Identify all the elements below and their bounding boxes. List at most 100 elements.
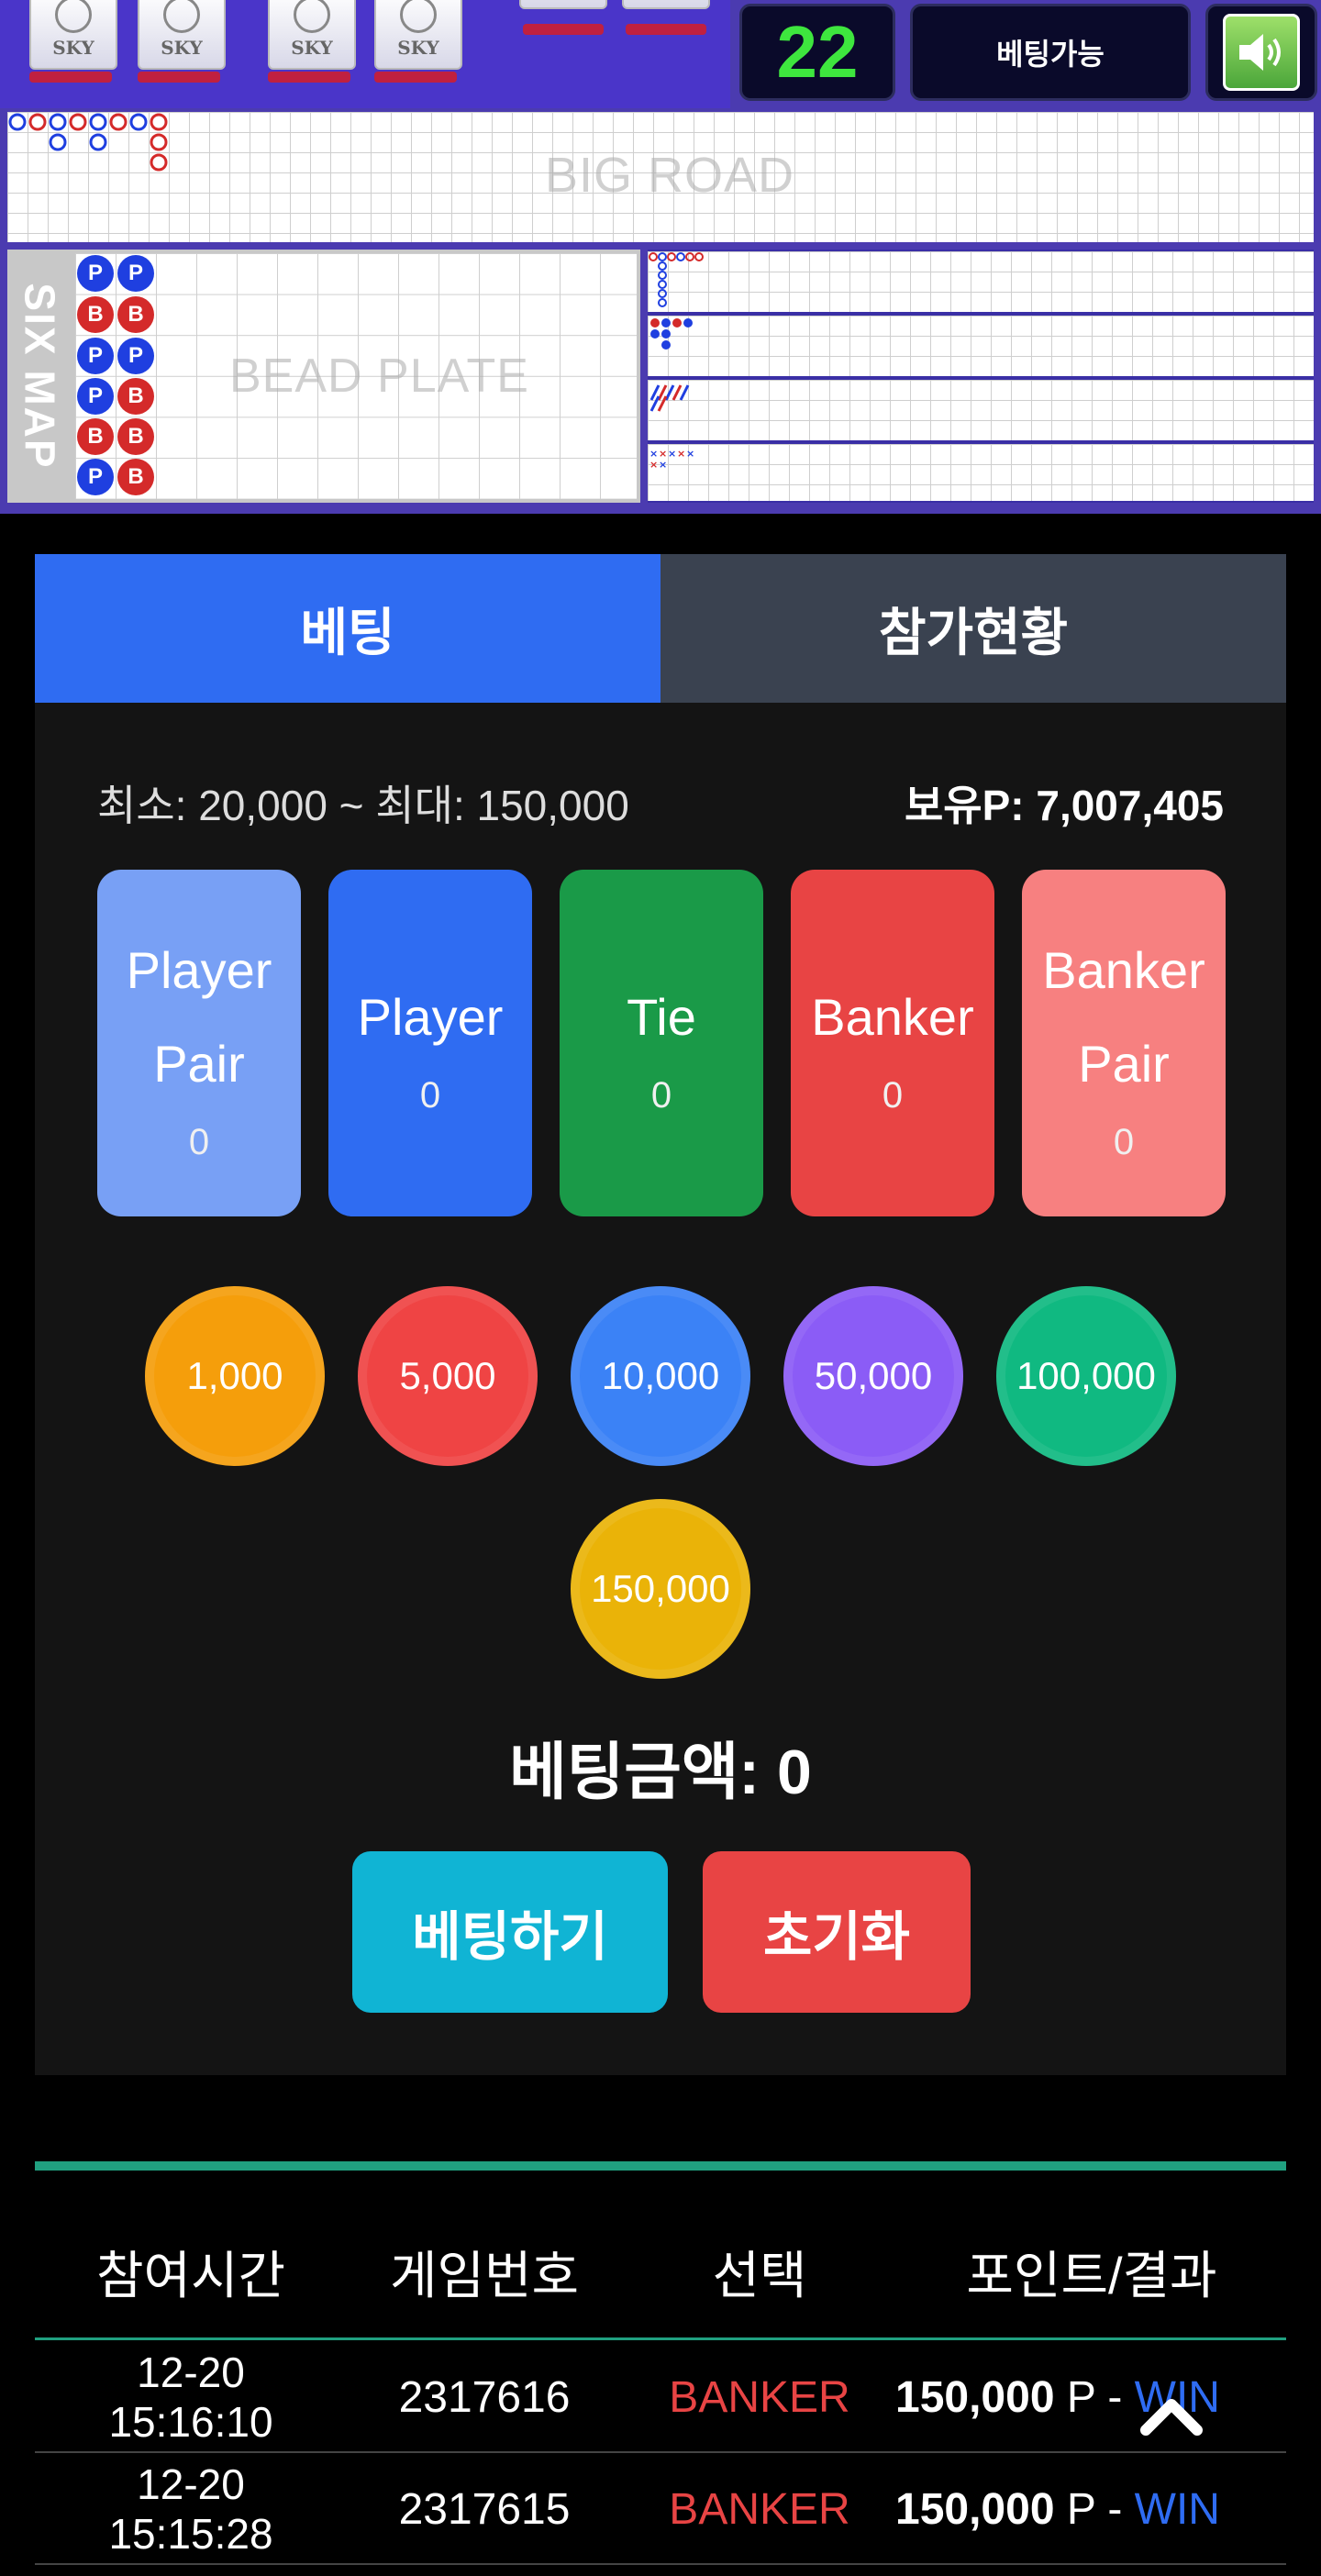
place-bet-button[interactable]: 베팅하기 (352, 1851, 668, 2013)
row-choice: BANKER (669, 2484, 850, 2534)
row-date: 12-20 (137, 2348, 245, 2396)
bet-option-line2: Pair (153, 1034, 245, 1093)
pattern-road: × × × × × × × (648, 444, 1314, 501)
svg-text:×: × (677, 448, 685, 460)
card-slot (268, 72, 350, 83)
card: SKY (622, 0, 710, 9)
bet-tie[interactable]: Tie 0 (560, 870, 763, 1216)
card-brand: SKY (397, 37, 439, 59)
bet-banker[interactable]: Banker 0 (791, 870, 994, 1216)
card-slot (138, 72, 220, 83)
bet-option-name: Player Pair (127, 924, 272, 1111)
row-clock: 15:16:10 (108, 2398, 273, 2446)
card: SKY (268, 0, 356, 70)
bead-banker: B (117, 378, 154, 415)
chip-50000[interactable]: 50,000 (783, 1286, 963, 1466)
row-time: 12-20 15:15:28 (35, 2453, 347, 2565)
row-game: 2317616 (398, 2372, 571, 2422)
six-map-label: SIX MAP (7, 250, 73, 503)
chip-150000[interactable]: 150,000 (571, 1499, 750, 1679)
card-logo-icon (55, 0, 92, 33)
big-road: BIG ROAD (7, 112, 1314, 242)
row-unit: P - (1054, 2484, 1135, 2534)
card-slot (29, 72, 112, 83)
tab-betting[interactable]: 베팅 (35, 554, 660, 703)
bead-banker: B (117, 296, 154, 333)
col-result: 포인트/결과 (966, 2247, 1217, 2304)
svg-text:×: × (649, 459, 658, 471)
col-choice: 선택 (712, 2247, 807, 2304)
tab-participation[interactable]: 참가현황 (660, 554, 1286, 703)
bet-option-line1: Player (126, 940, 272, 999)
card-brand: SKY (291, 37, 333, 59)
scroll-top-button[interactable] (1121, 2378, 1222, 2451)
bead-banker: B (117, 459, 154, 495)
bead-player: P (117, 255, 154, 292)
card-logo-icon (294, 0, 330, 33)
card-brand: SKY (52, 37, 94, 59)
big-eye-road (648, 251, 1314, 312)
col-time: 참여시간 (95, 2247, 286, 2304)
bet-option-name: Banker (811, 987, 974, 1046)
card-brand: SKY (161, 37, 203, 59)
six-map-text: SIX MAP (17, 283, 64, 470)
row-date: 12-20 (137, 2460, 245, 2508)
bet-option-line2: Pair (1078, 1034, 1170, 1093)
card-slot (374, 72, 457, 83)
reset-button[interactable]: 초기화 (703, 1851, 971, 2013)
round-number: 22 (739, 4, 895, 101)
small-road-marks (650, 318, 693, 350)
small-road (648, 316, 1314, 376)
bet-player-pair[interactable]: Player Pair 0 (97, 870, 301, 1216)
bet-player[interactable]: Player 0 (328, 870, 532, 1216)
betting-status: 베팅가능 (910, 4, 1191, 101)
chip-5000[interactable]: 5,000 (358, 1286, 538, 1466)
card: SKY (519, 0, 607, 9)
row-divider (35, 2563, 1286, 2565)
big-road-label: BIG ROAD (545, 148, 795, 203)
bead-plate-label: BEAD PLATE (229, 350, 529, 403)
points-balance: 보유P: 7,007,405 (904, 782, 1224, 829)
table-row: 12-20 15:15:28 2317615 BANKER 150,000 P … (35, 2453, 1286, 2565)
chip-100000[interactable]: 100,000 (996, 1286, 1176, 1466)
row-result: 150,000 P - WIN (895, 2341, 1286, 2453)
card: SKY (138, 0, 226, 70)
bead-plate-panel: SIX MAP BEAD PLATE P P B B P P P B B B P… (7, 250, 640, 503)
svg-text:×: × (686, 448, 694, 460)
card-logo-icon (400, 0, 437, 33)
header-divider (35, 2337, 1286, 2340)
row-clock: 15:15:28 (108, 2510, 273, 2558)
cockroach-marks (649, 384, 690, 412)
col-game: 게임번호 (389, 2247, 580, 2304)
chevron-up-icon[interactable] (1138, 2392, 1204, 2437)
row-game: 2317615 (398, 2484, 571, 2534)
bet-limits: 최소: 20,000 ~ 최대: 150,000 (97, 782, 629, 829)
bet-option-amount: 0 (650, 1074, 672, 1116)
big-road-marks (8, 113, 168, 172)
card-slot (523, 24, 604, 35)
bet-option-line1: Banker (1042, 940, 1205, 999)
speaker-icon[interactable] (1223, 14, 1300, 91)
row-time: 12-20 15:16:10 (35, 2341, 347, 2453)
bead-player: P (117, 338, 154, 374)
card-logo-icon (163, 0, 200, 33)
cockroach-road (648, 380, 1314, 440)
bet-option-amount: 0 (882, 1074, 904, 1116)
bead-plate: BEAD PLATE P P B B P P P B B B P B (75, 253, 637, 499)
bead-banker: B (117, 418, 154, 455)
bead-player: P (77, 378, 114, 415)
chip-10000[interactable]: 10,000 (571, 1286, 750, 1466)
card: SKY (29, 0, 117, 70)
chip-1000[interactable]: 1,000 (145, 1286, 325, 1466)
card-slot (626, 24, 706, 35)
sound-toggle[interactable] (1205, 4, 1317, 101)
row-choice: BANKER (669, 2372, 850, 2422)
bet-option-name: Player (357, 987, 504, 1046)
bet-option-name: Banker Pair (1042, 924, 1204, 1111)
table-row: 12-20 15:16:10 2317616 BANKER 150,000 P … (35, 2341, 1286, 2453)
row-points: 150,000 (895, 2372, 1055, 2422)
bet-banker-pair[interactable]: Banker Pair 0 (1022, 870, 1226, 1216)
svg-text:×: × (668, 448, 676, 460)
bet-option-amount: 0 (1113, 1121, 1135, 1162)
bead-player: P (77, 255, 114, 292)
